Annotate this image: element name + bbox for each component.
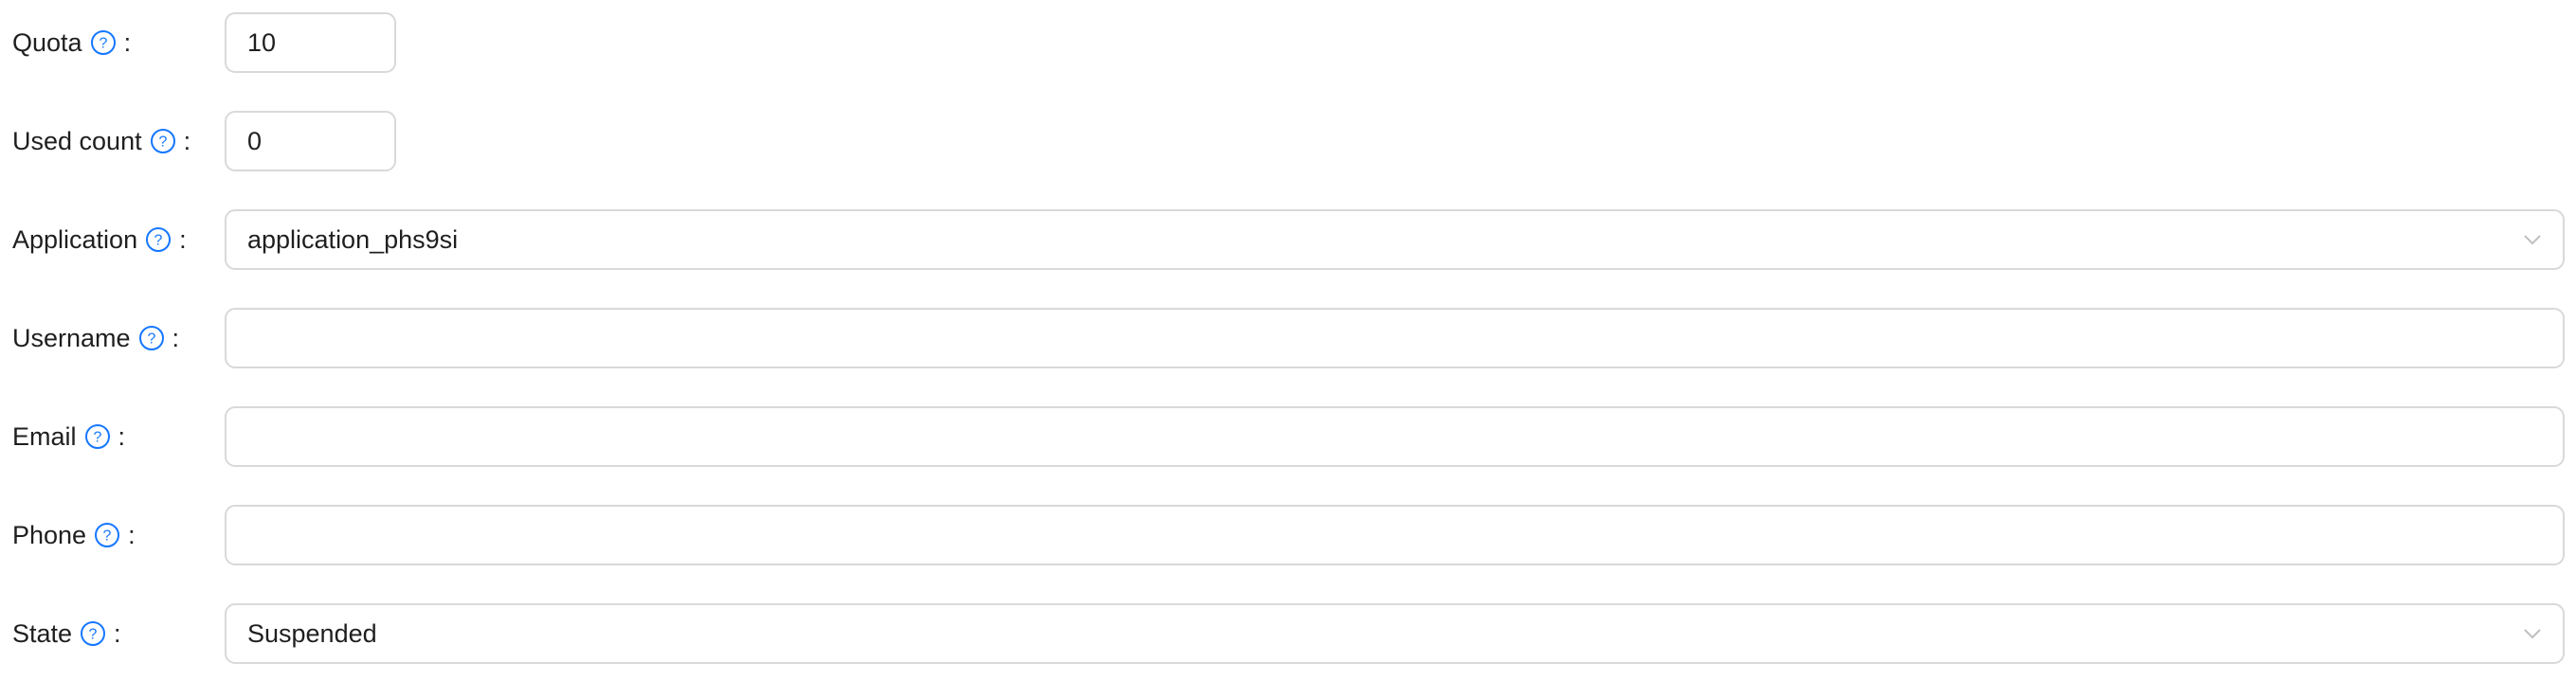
quota-input[interactable]: 10 xyxy=(225,12,396,73)
label-colon: : xyxy=(114,618,121,648)
question-circle-icon[interactable]: ? xyxy=(84,423,111,450)
state-selected-value: Suspended xyxy=(247,618,377,648)
phone-label: Phone ? : xyxy=(12,505,136,565)
quota-label: Quota ? : xyxy=(12,12,131,73)
phone-label-text: Phone xyxy=(12,520,87,549)
svg-text:?: ? xyxy=(89,627,98,643)
username-label: Username ? : xyxy=(12,308,179,368)
svg-text:?: ? xyxy=(147,331,155,348)
username-row: Username ? : xyxy=(0,308,2576,368)
label-colon: : xyxy=(128,520,136,549)
email-row: Email ? : xyxy=(0,406,2576,467)
application-row: Application ? : application_phs9si xyxy=(0,209,2576,270)
used-count-row: Used count ? : 0 xyxy=(0,111,2576,171)
question-circle-icon[interactable]: ? xyxy=(145,226,172,253)
email-label-text: Email xyxy=(12,421,77,451)
svg-text:?: ? xyxy=(154,233,163,249)
email-label: Email ? : xyxy=(12,406,125,467)
phone-input[interactable] xyxy=(225,505,2565,565)
label-colon: : xyxy=(179,224,187,254)
account-form: Quota ? : 10 Used count ? : 0 Applicatio… xyxy=(0,0,2576,680)
used-count-value: 0 xyxy=(247,126,263,155)
svg-text:?: ? xyxy=(93,430,101,446)
state-label-text: State xyxy=(12,618,73,648)
chevron-down-icon xyxy=(2523,231,2542,248)
used-count-label: Used count ? : xyxy=(12,111,190,171)
quota-value: 10 xyxy=(247,27,277,57)
used-count-input[interactable]: 0 xyxy=(225,111,396,171)
label-colon: : xyxy=(172,323,180,352)
phone-row: Phone ? : xyxy=(0,505,2576,565)
username-label-text: Username xyxy=(12,323,131,352)
quota-row: Quota ? : 10 xyxy=(0,12,2576,73)
quota-label-text: Quota xyxy=(12,27,82,57)
username-input[interactable] xyxy=(225,308,2565,368)
application-label-text: Application xyxy=(12,224,138,254)
state-select[interactable]: Suspended xyxy=(225,603,2565,664)
svg-text:?: ? xyxy=(158,134,167,151)
label-colon: : xyxy=(118,421,126,451)
state-label: State ? : xyxy=(12,603,121,664)
email-input[interactable] xyxy=(225,406,2565,467)
used-count-label-text: Used count xyxy=(12,126,142,155)
svg-text:?: ? xyxy=(103,528,112,545)
svg-text:?: ? xyxy=(99,36,107,52)
application-selected-value: application_phs9si xyxy=(247,224,459,254)
question-circle-icon[interactable]: ? xyxy=(94,522,120,548)
question-circle-icon[interactable]: ? xyxy=(138,325,165,351)
question-circle-icon[interactable]: ? xyxy=(80,620,106,647)
application-label: Application ? : xyxy=(12,209,187,270)
application-select[interactable]: application_phs9si xyxy=(225,209,2565,270)
label-colon: : xyxy=(123,27,132,57)
question-circle-icon[interactable]: ? xyxy=(90,29,117,56)
question-circle-icon[interactable]: ? xyxy=(150,128,176,154)
label-colon: : xyxy=(183,126,191,155)
chevron-down-icon xyxy=(2523,625,2542,642)
state-row: State ? : Suspended xyxy=(0,603,2576,664)
